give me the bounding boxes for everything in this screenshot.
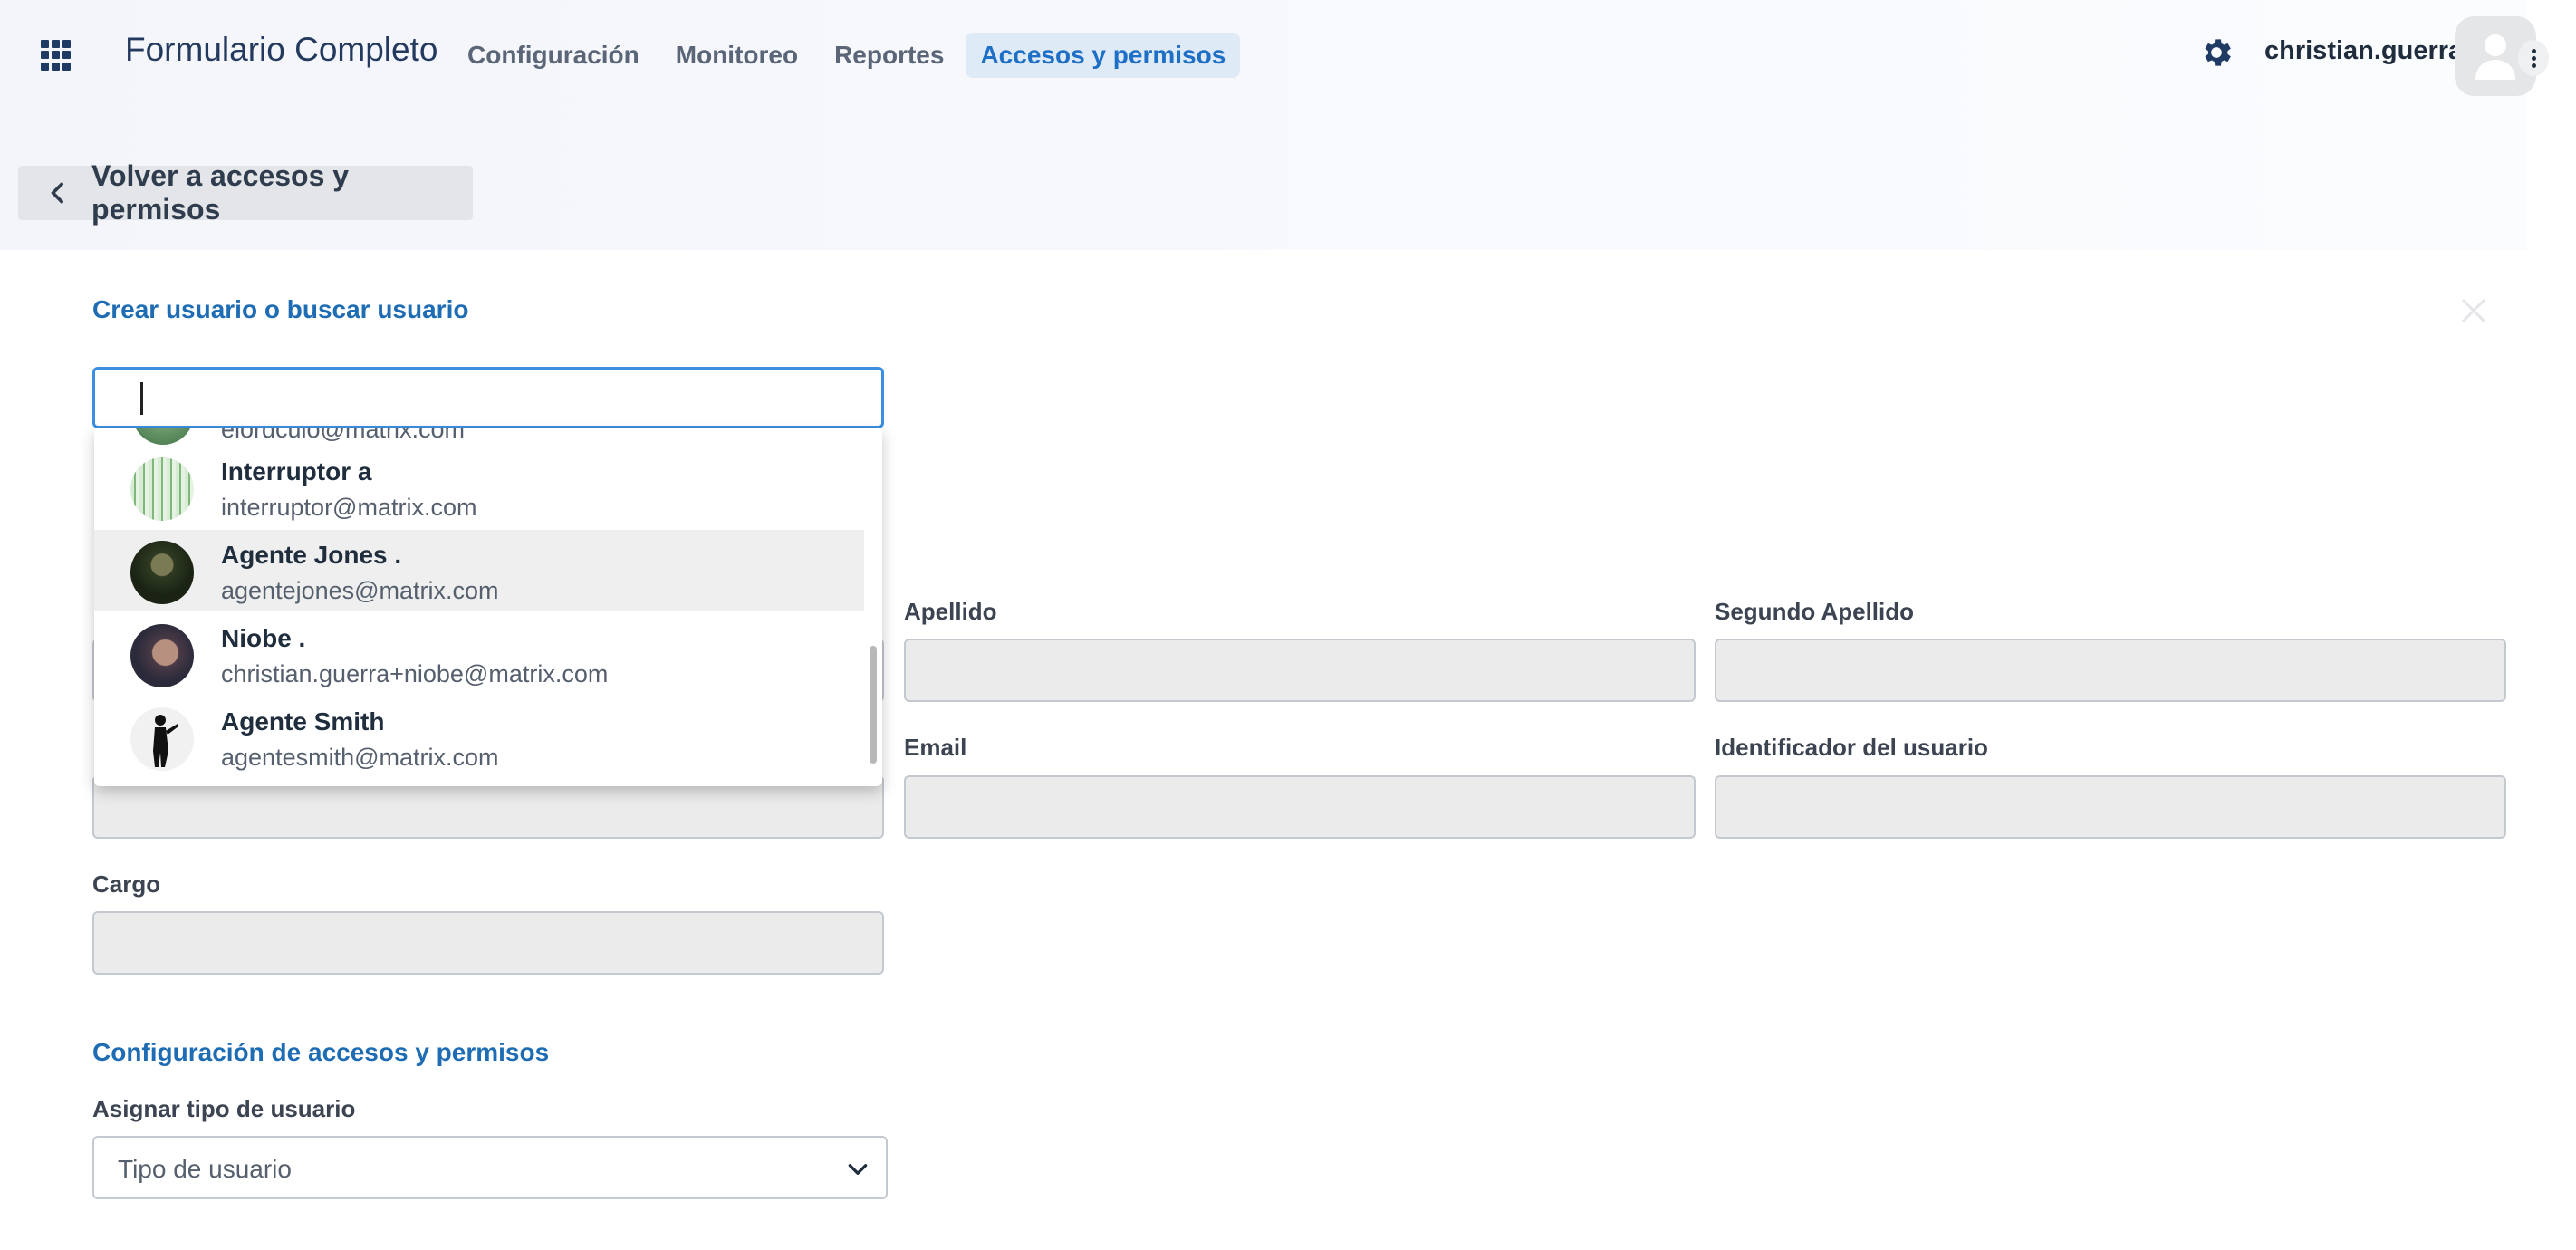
agent-figure-icon	[153, 715, 178, 767]
user-search-dropdown: elordculo@matrix.com Interruptor a inter…	[94, 428, 882, 786]
identificador-label: Identificador del usuario	[1715, 734, 1988, 761]
app-title: Formulario Completo	[125, 31, 438, 68]
segundo-apellido-label: Segundo Apellido	[1715, 598, 1915, 625]
cargo-field[interactable]	[92, 911, 884, 975]
section-title-user: Crear usuario o buscar usuario	[92, 295, 469, 323]
gear-icon[interactable]	[2198, 34, 2235, 71]
tipo-usuario-label: Asignar tipo de usuario	[92, 1095, 356, 1122]
avatar	[130, 624, 194, 688]
back-button-label: Volver a accesos y permisos	[91, 159, 350, 226]
user-search-input[interactable]	[95, 370, 881, 426]
main-nav: Configuración Monitoreo Reportes Accesos…	[453, 33, 1241, 78]
nav-item-accesos-y-permisos[interactable]: Accesos y permisos	[966, 33, 1241, 78]
cargo-label: Cargo	[92, 870, 161, 898]
dropdown-item-name: Agente Smith	[221, 707, 385, 736]
dropdown-item-name: Niobe .	[221, 624, 306, 652]
user-search-input-wrapper	[92, 367, 884, 428]
partial-email: elordculo@matrix.com	[221, 428, 465, 443]
nav-item-configuracion[interactable]: Configuración	[453, 33, 654, 78]
apps-grid-icon[interactable]	[41, 40, 72, 71]
section-title-access: Configuración de accesos y permisos	[92, 1038, 550, 1066]
dropdown-item-email: agentesmith@matrix.com	[221, 744, 499, 771]
dropdown-item-name: Interruptor a	[221, 457, 372, 486]
tipo-usuario-select[interactable]: Tipo de usuario	[92, 1136, 888, 1199]
segundo-apellido-field[interactable]	[1715, 639, 2506, 702]
user-silhouette-icon	[2475, 34, 2515, 80]
avatar	[130, 541, 194, 604]
dropdown-scrollbar[interactable]	[870, 646, 877, 764]
dropdown-item[interactable]: Interruptor a interruptor@matrix.com	[94, 447, 864, 528]
avatar	[130, 457, 194, 521]
nav-item-reportes[interactable]: Reportes	[820, 33, 958, 78]
tipo-usuario-placeholder: Tipo de usuario	[118, 1155, 292, 1183]
email-field[interactable]	[904, 775, 1696, 839]
dropdown-item[interactable]: Agente Jones . agentejones@matrix.com	[94, 530, 864, 611]
email-label: Email	[904, 734, 967, 761]
partial-avatar	[132, 428, 194, 445]
chevron-down-icon	[848, 1164, 868, 1175]
dropdown-item-name: Agente Jones .	[221, 541, 402, 569]
dropdown-partial-item[interactable]: elordculo@matrix.com	[94, 428, 882, 447]
chevron-left-icon	[51, 182, 63, 204]
apellido-label: Apellido	[904, 598, 997, 625]
avatar	[130, 707, 194, 771]
dropdown-item-email: christian.guerra+niobe@matrix.com	[221, 660, 609, 688]
apellido-field[interactable]	[904, 639, 1696, 702]
dropdown-item-email: agentejones@matrix.com	[221, 577, 499, 604]
identificador-field[interactable]	[1715, 775, 2506, 839]
dropdown-item-email: interruptor@matrix.com	[221, 494, 477, 521]
dropdown-item[interactable]: Agente Smith agentesmith@matrix.com	[94, 697, 864, 778]
dropdown-item[interactable]: Niobe . christian.guerra+niobe@matrix.co…	[94, 613, 864, 695]
text-caret	[140, 382, 143, 415]
back-button[interactable]: Volver a accesos y permisos	[18, 159, 473, 226]
username[interactable]: christian.guerra	[2264, 36, 2463, 66]
more-options-icon[interactable]	[2518, 40, 2549, 76]
nav-item-monitoreo[interactable]: Monitoreo	[661, 33, 812, 78]
close-icon[interactable]	[2457, 294, 2490, 327]
